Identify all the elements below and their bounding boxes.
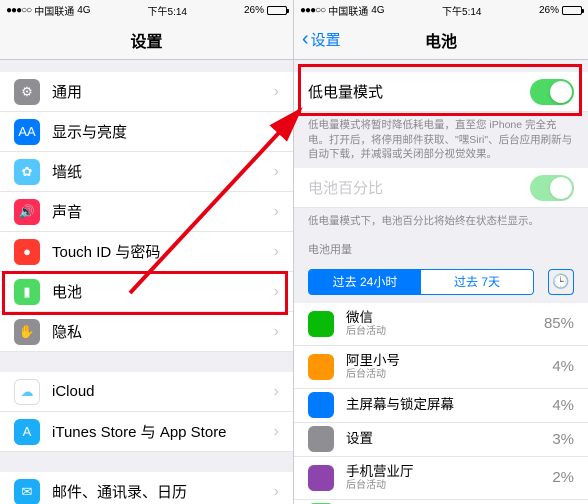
settings-row[interactable]: ✿ 墙纸› — [0, 152, 293, 192]
app-subtitle: 后台活动 — [346, 369, 552, 381]
carrier-label: 中国联通 — [34, 3, 74, 18]
usage-percent: 4% — [552, 358, 574, 375]
battery-screen: ●●●○○ 中国联通 4G 下午5:14 26% ‹ 设置 电池 低电量模式 低… — [294, 0, 588, 504]
page-title: 电池 — [425, 28, 457, 52]
usage-row[interactable]: 手机营业厅后台活动2% — [294, 457, 588, 500]
settings-row[interactable]: ✋ 隐私› — [0, 312, 293, 352]
network-label: 4G — [371, 5, 384, 16]
settings-row[interactable]: ✉ 邮件、通讯录、日历› — [0, 472, 293, 504]
usage-row[interactable]: 微信后台活动85% — [294, 303, 588, 346]
battery-pct-label: 电池百分比 — [308, 177, 530, 198]
nav-bar: ‹ 设置 电池 — [294, 20, 588, 60]
clock-icon: 🕒 — [552, 273, 569, 290]
settings-row[interactable]: ⚙ 通用› — [0, 72, 293, 112]
row-icon: ✿ — [14, 159, 40, 185]
row-label: 墙纸 — [52, 161, 274, 182]
usage-row[interactable]: 主屏幕与锁定屏幕4% — [294, 389, 588, 423]
usage-row[interactable]: 信息2% — [294, 500, 588, 504]
seg-7d[interactable]: 过去 7天 — [421, 270, 533, 294]
chevron-left-icon: ‹ — [302, 28, 309, 51]
row-icon: ✋ — [14, 319, 40, 345]
time-label: 下午5:14 — [148, 3, 187, 18]
clock-button[interactable]: 🕒 — [548, 269, 574, 295]
back-label: 设置 — [311, 29, 341, 50]
battery-percentage-row: 电池百分比 — [294, 168, 588, 208]
back-button[interactable]: ‹ 设置 — [302, 28, 341, 51]
low-power-description: 低电量模式将暂时降低耗电量，直至您 iPhone 完全充电。打开后，将停用邮件获… — [294, 112, 588, 168]
carrier-label: 中国联通 — [328, 3, 368, 18]
chevron-right-icon: › — [274, 483, 279, 501]
settings-screen: ●●●○○ 中国联通 4G 下午5:14 26% 设置 ⚙通用›AA显示与亮度›… — [0, 0, 294, 504]
app-name: 手机营业厅 — [346, 464, 552, 480]
row-icon: 🔊 — [14, 199, 40, 225]
seg-24h[interactable]: 过去 24小时 — [309, 270, 421, 294]
battery-pct-toggle[interactable] — [530, 175, 574, 201]
usage-percent: 2% — [552, 469, 574, 486]
battery-icon — [562, 6, 582, 15]
settings-row[interactable]: ● Touch ID 与密码› — [0, 232, 293, 272]
row-icon: AA — [14, 119, 40, 145]
row-icon: ✉ — [14, 479, 40, 504]
app-icon — [308, 465, 334, 491]
status-bar: ●●●○○ 中国联通 4G 下午5:14 26% — [0, 0, 293, 20]
battery-pct: 26% — [539, 5, 559, 16]
chevron-right-icon: › — [274, 203, 279, 221]
chevron-right-icon: › — [274, 123, 279, 141]
settings-row[interactable]: 🔊 声音› — [0, 192, 293, 232]
row-label: 通用 — [52, 81, 274, 102]
row-label: 显示与亮度 — [52, 121, 274, 142]
row-icon: A — [14, 419, 40, 445]
time-range-segmented[interactable]: 过去 24小时 过去 7天 — [308, 269, 534, 295]
row-label: 声音 — [52, 201, 274, 222]
settings-row[interactable]: AA 显示与亮度› — [0, 112, 293, 152]
row-icon: ☁ — [14, 379, 40, 405]
chevron-right-icon: › — [274, 83, 279, 101]
usage-row[interactable]: 设置3% — [294, 423, 588, 457]
row-label: 隐私 — [52, 321, 274, 342]
usage-percent: 3% — [552, 431, 574, 448]
app-name: 设置 — [346, 431, 552, 447]
battery-icon — [267, 6, 287, 15]
nav-bar: 设置 — [0, 20, 293, 60]
time-label: 下午5:14 — [442, 3, 481, 18]
page-title: 设置 — [130, 28, 162, 52]
row-label: iTunes Store 与 App Store — [52, 421, 274, 442]
app-icon — [308, 392, 334, 418]
highlight-battery-row — [2, 271, 288, 315]
app-name: 微信 — [346, 310, 544, 326]
app-name: 主屏幕与锁定屏幕 — [346, 397, 552, 413]
app-name: 阿里小号 — [346, 353, 552, 369]
usage-percent: 4% — [552, 397, 574, 414]
row-label: iCloud — [52, 383, 274, 400]
row-icon: ● — [14, 239, 40, 265]
signal-dots: ●●●○○ — [300, 5, 325, 16]
signal-dots: ●●●○○ — [6, 5, 31, 16]
chevron-right-icon: › — [274, 383, 279, 401]
app-subtitle: 后台活动 — [346, 326, 544, 338]
app-subtitle: 后台活动 — [346, 480, 552, 492]
usage-row[interactable]: 阿里小号后台活动4% — [294, 346, 588, 389]
app-icon — [308, 426, 334, 452]
highlight-low-power-row — [298, 64, 582, 116]
status-bar: ●●●○○ 中国联通 4G 下午5:14 26% — [294, 0, 588, 20]
settings-row[interactable]: AiTunes Store 与 App Store› — [0, 412, 293, 452]
app-icon — [308, 311, 334, 337]
row-label: Touch ID 与密码 — [52, 241, 274, 262]
row-icon: ⚙ — [14, 79, 40, 105]
usage-percent: 85% — [544, 315, 574, 332]
usage-section-label: 电池用量 — [294, 235, 588, 261]
chevron-right-icon: › — [274, 423, 279, 441]
app-icon — [308, 354, 334, 380]
battery-pct: 26% — [244, 5, 264, 16]
settings-row[interactable]: ☁ iCloud› — [0, 372, 293, 412]
chevron-right-icon: › — [274, 243, 279, 261]
battery-pct-description: 低电量模式下，电池百分比将始终在状态栏显示。 — [294, 208, 588, 235]
chevron-right-icon: › — [274, 163, 279, 181]
row-label: 邮件、通讯录、日历 — [52, 481, 274, 502]
chevron-right-icon: › — [274, 323, 279, 341]
network-label: 4G — [77, 5, 90, 16]
